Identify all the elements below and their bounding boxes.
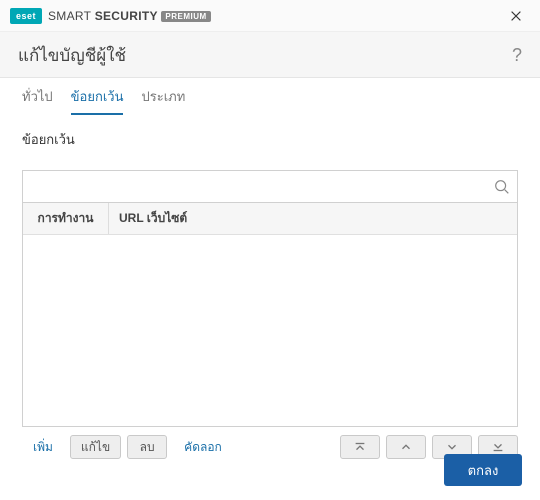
content: ข้อยกเว้น การทำงาน URL เว็บไซต์ เพิ่ม แก… — [0, 115, 540, 459]
table-header: การทำงาน URL เว็บไซต์ — [23, 203, 517, 235]
brand-text: SMART SECURITY PREMIUM — [48, 9, 211, 23]
search-input[interactable] — [31, 179, 493, 194]
column-url[interactable]: URL เว็บไซต์ — [109, 203, 517, 234]
search-row — [22, 170, 518, 202]
search-icon — [493, 178, 511, 196]
help-button[interactable]: ? — [512, 45, 522, 66]
ok-button[interactable]: ตกลง — [444, 454, 522, 486]
dialog-footer: ตกลง — [0, 440, 540, 500]
tab-general[interactable]: ทั่วไป — [22, 86, 53, 115]
brand: eset SMART SECURITY PREMIUM — [10, 8, 211, 24]
column-action[interactable]: การทำงาน — [23, 203, 109, 234]
titlebar: eset SMART SECURITY PREMIUM — [0, 0, 540, 32]
tab-exceptions[interactable]: ข้อยกเว้น — [71, 86, 124, 115]
exceptions-table: การทำงาน URL เว็บไซต์ — [22, 202, 518, 427]
dialog-header: แก้ไขบัญชีผู้ใช้ ? — [0, 32, 540, 78]
page-title: แก้ไขบัญชีผู้ใช้ — [18, 42, 126, 69]
premium-badge: PREMIUM — [161, 11, 210, 22]
brand-logo: eset — [10, 8, 42, 24]
close-icon — [509, 9, 523, 23]
tab-category[interactable]: ประเภท — [141, 86, 185, 115]
section-label: ข้อยกเว้น — [22, 129, 518, 150]
close-button[interactable] — [502, 2, 530, 30]
tabs: ทั่วไป ข้อยกเว้น ประเภท — [0, 78, 540, 115]
table-body — [23, 235, 517, 426]
search-button[interactable] — [493, 178, 511, 196]
